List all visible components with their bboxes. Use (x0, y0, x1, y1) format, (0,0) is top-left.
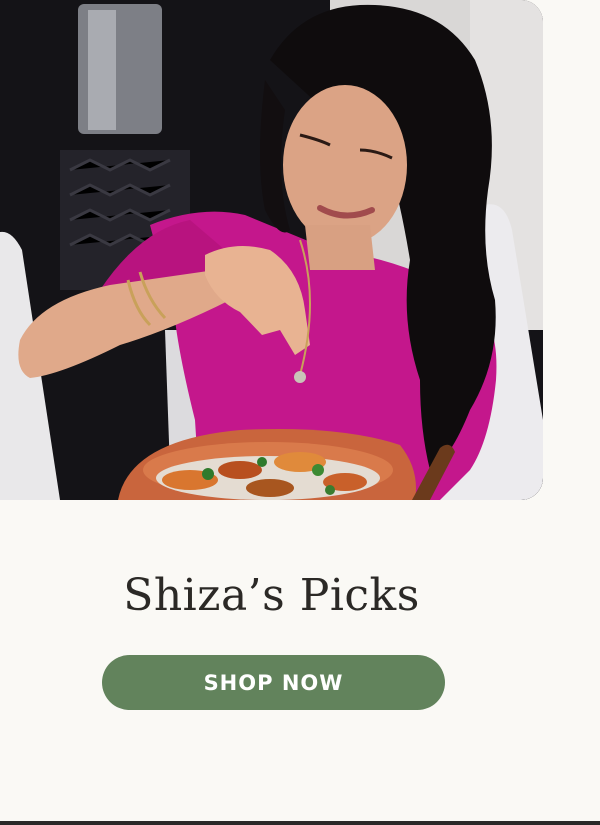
promo-title: Shiza’s Picks (123, 570, 420, 621)
bottom-divider (0, 821, 600, 825)
shop-now-button-label: SHOP NOW (203, 670, 344, 695)
hero-image (0, 0, 543, 500)
hero-photo-illustration (0, 0, 543, 500)
shop-now-button[interactable]: SHOP NOW (102, 655, 445, 710)
